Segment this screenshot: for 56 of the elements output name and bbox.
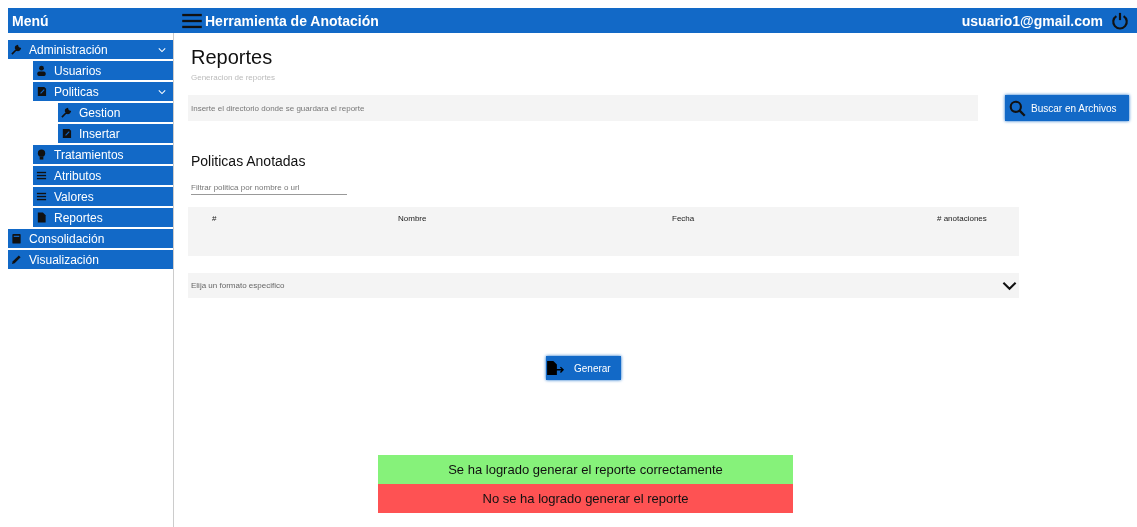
section-title: Politicas Anotadas <box>191 153 307 169</box>
sidebar-item[interactable]: Valores <box>33 187 173 206</box>
wrench-icon <box>11 44 22 55</box>
user-icon <box>36 65 47 76</box>
list-icon <box>36 170 47 181</box>
user-email: usuario1@gmail.com <box>961 12 1103 29</box>
book-icon <box>11 233 22 244</box>
sidebar-label: Administración <box>29 42 109 57</box>
menu-title: Menú <box>11 12 50 29</box>
alert-message: Se ha logrado generar el reporte correctamente <box>378 455 793 484</box>
browse-button[interactable]: Buscar en Archivos <box>1005 95 1129 121</box>
list-icon <box>36 191 47 202</box>
generate-button[interactable]: Generar <box>546 356 621 380</box>
sidebar-item[interactable]: Insertar <box>58 124 173 143</box>
sidebar-item[interactable]: Visualización <box>8 250 173 269</box>
sidebar-label: Insertar <box>79 126 121 141</box>
sidebar-item[interactable]: Gestion <box>58 103 173 122</box>
document-icon <box>36 86 47 97</box>
sidebar-item[interactable]: Usuarios <box>33 61 173 80</box>
sidebar-label: Politicas <box>54 84 100 99</box>
sidebar-label: Tratamientos <box>54 147 125 162</box>
file-export-icon <box>546 360 566 376</box>
app-title: Herramienta de Anotación <box>205 12 380 29</box>
power-icon[interactable] <box>1111 11 1129 30</box>
sidebar-label: Usuarios <box>54 63 103 78</box>
chevron-down-icon <box>1002 280 1017 291</box>
alert-message: No se ha logrado generar el reporte <box>378 484 793 513</box>
document-icon <box>61 128 72 139</box>
column-header: Nombre <box>398 214 427 223</box>
directory-field[interactable]: Inserte el directorio donde se guardara el reporte <box>188 95 978 121</box>
menu-icon[interactable] <box>182 12 202 29</box>
sidebar-item[interactable]: Tratamientos <box>33 145 173 164</box>
sidebar-item[interactable]: Administración <box>8 40 173 59</box>
sidebar-item[interactable]: Reportes <box>33 208 173 227</box>
format-select[interactable]: Elija un formato especifico <box>188 273 1019 298</box>
search-icon <box>1009 99 1026 117</box>
column-header: Fecha <box>672 214 695 223</box>
sidebar-item[interactable]: Politicas <box>33 82 173 101</box>
sidebar-item[interactable]: Consolidación <box>8 229 173 248</box>
column-header: # <box>212 214 217 223</box>
pencil-icon <box>11 254 22 265</box>
column-header: # anotaciones <box>937 214 987 223</box>
sidebar-label: Atributos <box>54 168 103 183</box>
wrench-icon <box>61 107 72 118</box>
sidebar-label: Reportes <box>54 210 104 225</box>
page-title: Reportes <box>191 46 274 69</box>
sidebar-item[interactable]: Atributos <box>33 166 173 185</box>
select-placeholder: Elija un formato especifico <box>191 281 285 290</box>
sidebar-label: Gestion <box>79 105 122 120</box>
file-icon <box>36 212 47 223</box>
page-subtitle: Generacion de reportes <box>191 73 277 82</box>
lightbulb-icon <box>36 149 47 160</box>
sidebar-label: Consolidación <box>29 231 106 246</box>
filter-field[interactable]: Filtrar politica por nombre o url <box>191 183 347 195</box>
sidebar-label: Visualización <box>29 252 100 267</box>
sidebar-label: Valores <box>54 189 95 204</box>
